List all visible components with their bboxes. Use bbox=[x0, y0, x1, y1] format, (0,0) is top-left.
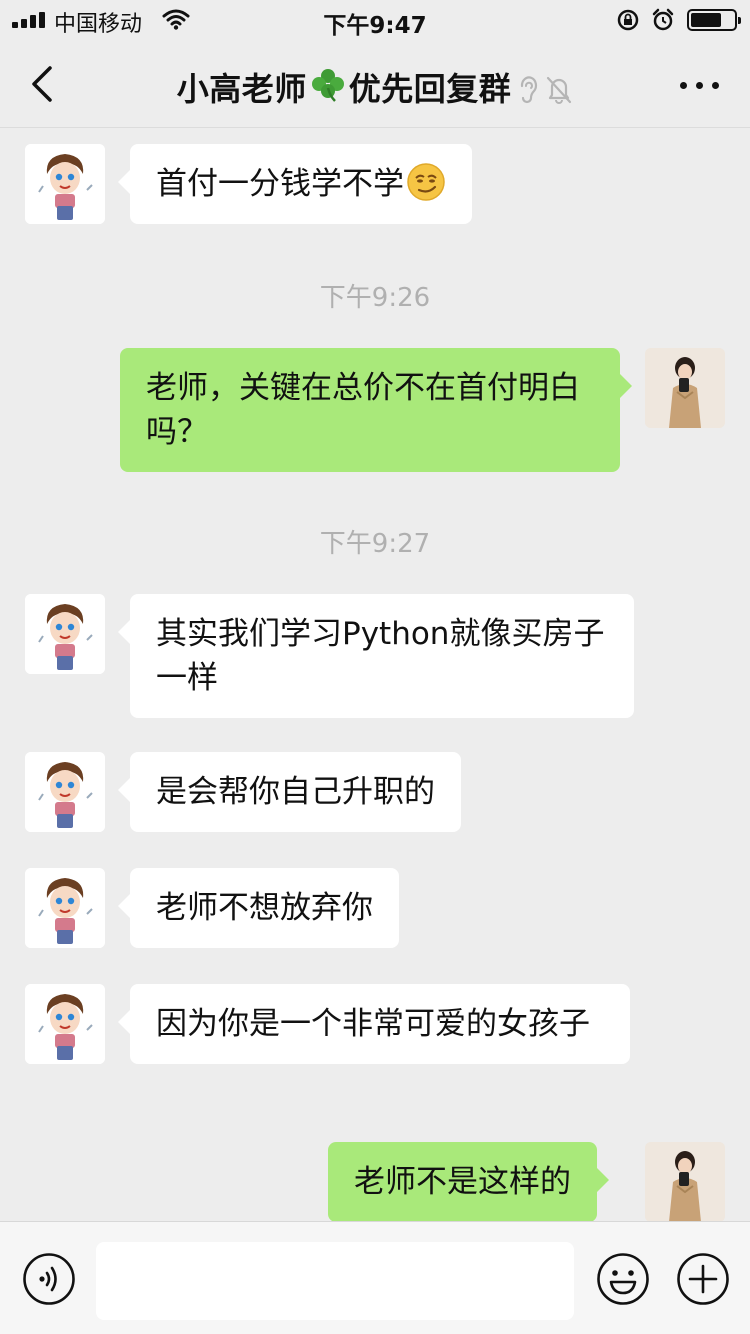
message-bubble[interactable]: 首付一分钱学不学 bbox=[118, 144, 472, 224]
message-list[interactable]: 首付一分钱学不学 下午9:26 老师，关键在总价不在首付明白吗？ 下午9:27 … bbox=[0, 129, 750, 1221]
avatar-girl-photo-icon bbox=[645, 348, 725, 428]
message-bubble[interactable]: 其实我们学习Python就像买房子一样 bbox=[118, 594, 634, 718]
status-bar: 中国移动 下午9:47 bbox=[0, 0, 750, 40]
message-bubble[interactable]: 老师，关键在总价不在首付明白吗？ bbox=[120, 348, 632, 472]
input-bar bbox=[0, 1221, 750, 1334]
message-text: 首付一分钱学不学 bbox=[156, 166, 404, 202]
avatar-cartoon-boy-icon bbox=[25, 594, 105, 674]
message-bubble[interactable]: 因为你是一个非常可爱的女孩子 bbox=[118, 984, 630, 1064]
smirk-face-emoji bbox=[407, 163, 445, 201]
message-text: 老师，关键在总价不在首付明白吗？ bbox=[146, 370, 580, 450]
message-bubble[interactable]: 是会帮你自己升职的 bbox=[118, 752, 461, 832]
avatar-teacher[interactable] bbox=[25, 752, 105, 832]
timestamp: 下午9:26 bbox=[319, 283, 431, 313]
message-bubble[interactable]: 老师不想放弃你 bbox=[118, 868, 399, 948]
ear-icon bbox=[521, 76, 538, 104]
mute-bell-icon bbox=[547, 76, 572, 104]
message-text: 是会帮你自己升职的 bbox=[156, 774, 435, 810]
plus-icon[interactable] bbox=[676, 1252, 730, 1306]
message-text: 因为你是一个非常可爱的女孩子 bbox=[156, 1006, 590, 1042]
clover-icon bbox=[311, 69, 344, 102]
more-dots-icon bbox=[680, 82, 687, 89]
message-input[interactable] bbox=[96, 1242, 574, 1320]
chat-title-part1: 小高老师 bbox=[176, 70, 307, 108]
avatar-teacher[interactable] bbox=[25, 144, 105, 224]
avatar-self[interactable] bbox=[645, 348, 725, 428]
avatar-cartoon-boy-icon bbox=[25, 868, 105, 948]
avatar-cartoon-boy-icon bbox=[25, 984, 105, 1064]
more-options-button[interactable] bbox=[672, 68, 728, 100]
message-text: 老师不是这样的 bbox=[354, 1164, 571, 1200]
alarm-icon bbox=[652, 8, 674, 31]
rotation-lock-icon bbox=[617, 9, 639, 31]
avatar-cartoon-boy-icon bbox=[25, 144, 105, 224]
emoji-icon[interactable] bbox=[596, 1252, 650, 1306]
chat-screen: 中国移动 下午9:47 小高老师 优先回复群 首付一分钱学不学 下午9:26 老… bbox=[0, 0, 750, 1334]
chat-title: 小高老师 优先回复群 bbox=[0, 64, 750, 110]
avatar-teacher[interactable] bbox=[25, 984, 105, 1064]
message-text: 老师不想放弃你 bbox=[156, 890, 373, 926]
avatar-teacher[interactable] bbox=[25, 868, 105, 948]
avatar-self[interactable] bbox=[645, 1142, 725, 1221]
avatar-girl-photo-icon bbox=[645, 1142, 725, 1221]
nav-bar: 小高老师 优先回复群 bbox=[0, 40, 750, 128]
chat-title-part2: 优先回复群 bbox=[348, 70, 512, 108]
timestamp: 下午9:27 bbox=[319, 529, 431, 559]
avatar-cartoon-boy-icon bbox=[25, 752, 105, 832]
voice-icon[interactable] bbox=[22, 1252, 76, 1306]
battery-icon bbox=[687, 9, 741, 31]
avatar-teacher[interactable] bbox=[25, 594, 105, 674]
message-bubble[interactable]: 老师不是这样的 bbox=[328, 1142, 609, 1221]
message-text: 其实我们学习Python就像买房子一样 bbox=[156, 616, 605, 696]
